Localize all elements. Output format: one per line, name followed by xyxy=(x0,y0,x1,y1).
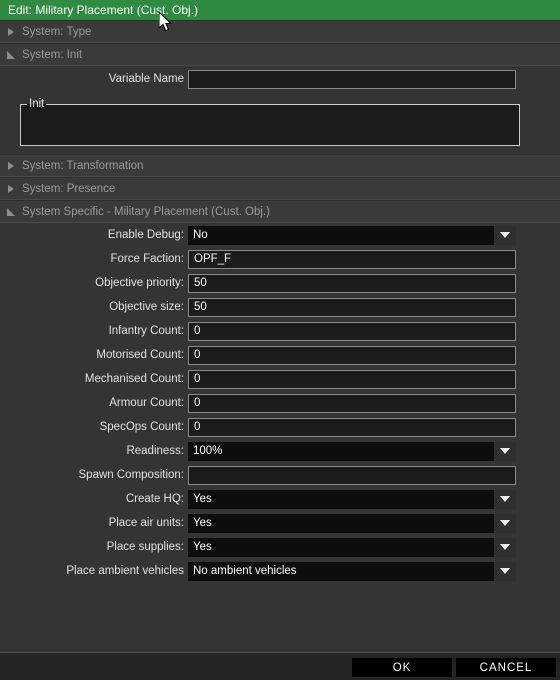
field-label: Infantry Count: xyxy=(108,325,184,337)
cancel-button[interactable]: CANCEL xyxy=(456,658,556,677)
system-init-panel: Variable Name Init xyxy=(0,66,560,154)
variable-name-value[interactable] xyxy=(188,69,516,89)
dropdown-select[interactable]: Yes xyxy=(188,513,516,533)
chevron-down-icon xyxy=(0,207,22,216)
text-input[interactable]: 50 xyxy=(188,297,516,317)
form-row: Infantry Count: 0 xyxy=(0,319,560,343)
chevron-down-icon[interactable] xyxy=(494,489,516,509)
system-specific-panel: Enable Debug: No Force Faction: OPF_F Object… xyxy=(0,223,560,583)
init-code-textarea[interactable] xyxy=(21,110,519,145)
dropdown-value: Yes xyxy=(193,493,212,505)
form-row: Objective size: 50 xyxy=(0,295,560,319)
form-row: Enable Debug: No xyxy=(0,223,560,247)
ok-button[interactable]: OK xyxy=(352,658,452,677)
text-input-value[interactable]: 50 xyxy=(188,273,516,293)
form-row: SpecOps Count: 0 xyxy=(0,415,560,439)
section-label: System: Type xyxy=(22,25,92,38)
form-row: Place air units: Yes xyxy=(0,511,560,535)
text-input-value[interactable]: 0 xyxy=(188,321,516,341)
attributes-scroll-area[interactable]: System: Type System: Init Variable Name … xyxy=(0,20,560,652)
text-input[interactable]: 0 xyxy=(188,369,516,389)
dropdown-select[interactable]: 100% xyxy=(188,441,516,461)
form-row: Mechanised Count: 0 xyxy=(0,367,560,391)
chevron-right-icon xyxy=(0,161,22,170)
variable-name-input[interactable] xyxy=(188,69,516,89)
form-row: Force Faction: OPF_F xyxy=(0,247,560,271)
text-input[interactable]: 0 xyxy=(188,417,516,437)
field-label: Create HQ: xyxy=(125,493,184,505)
text-input[interactable]: 0 xyxy=(188,393,516,413)
chevron-right-icon xyxy=(0,184,22,193)
chevron-down-icon[interactable] xyxy=(494,537,516,557)
field-label: Enable Debug: xyxy=(107,229,184,241)
field-label: Place air units: xyxy=(108,517,184,529)
chevron-down-icon[interactable] xyxy=(494,513,516,533)
field-label: Readiness: xyxy=(126,445,184,457)
text-input[interactable]: 0 xyxy=(188,345,516,365)
dropdown-value: 100% xyxy=(193,445,223,457)
sidebar-item-system-specific[interactable]: System Specific - Military Placement (Cu… xyxy=(0,200,560,223)
chevron-down-icon[interactable] xyxy=(494,225,516,245)
text-input-value[interactable]: OPF_F xyxy=(188,249,516,269)
dropdown-select[interactable]: Yes xyxy=(188,537,516,557)
dialog-footer: OK CANCEL xyxy=(0,652,560,680)
dropdown-value: No ambient vehicles xyxy=(193,565,297,577)
form-row: Motorised Count: 0 xyxy=(0,343,560,367)
window-title-bar: Edit: Military Placement (Cust. Obj.) xyxy=(0,0,560,20)
text-input-value[interactable]: 0 xyxy=(188,417,516,437)
field-label: Spawn Composition: xyxy=(78,469,184,481)
text-input-value[interactable]: 0 xyxy=(188,369,516,389)
dropdown-value: No xyxy=(193,229,208,241)
sidebar-item-system-presence[interactable]: System: Presence xyxy=(0,177,560,200)
section-label: System: Init xyxy=(22,48,83,61)
field-label: Objective priority: xyxy=(95,277,184,289)
dropdown-select[interactable]: No ambient vehicles xyxy=(188,561,516,581)
text-input-value[interactable]: 50 xyxy=(188,297,516,317)
variable-name-row: Variable Name xyxy=(0,66,560,92)
form-row: Readiness: 100% xyxy=(0,439,560,463)
field-label: Place supplies: xyxy=(106,541,184,553)
section-label: System Specific - Military Placement (Cu… xyxy=(22,205,270,218)
text-input-value[interactable]: 0 xyxy=(188,393,516,413)
text-input-value[interactable] xyxy=(188,465,516,485)
form-row: Spawn Composition: xyxy=(0,463,560,487)
form-row: Place ambient vehicles No ambient vehicle… xyxy=(0,559,560,583)
form-row: Armour Count: 0 xyxy=(0,391,560,415)
text-input[interactable] xyxy=(188,465,516,485)
text-input-value[interactable]: 0 xyxy=(188,345,516,365)
form-row: Place supplies: Yes xyxy=(0,535,560,559)
page-title: Edit: Military Placement (Cust. Obj.) xyxy=(8,3,199,17)
dropdown-value: Yes xyxy=(193,517,212,529)
init-group-wrapper: Init xyxy=(0,92,560,154)
chevron-down-icon[interactable] xyxy=(494,561,516,581)
section-label: System: Transformation xyxy=(22,159,144,172)
form-row: Create HQ: Yes xyxy=(0,487,560,511)
form-row: Objective priority: 50 xyxy=(0,271,560,295)
field-label: Motorised Count: xyxy=(96,349,184,361)
init-group-box: Init xyxy=(20,98,520,146)
sidebar-item-system-init[interactable]: System: Init xyxy=(0,43,560,66)
text-input[interactable]: 0 xyxy=(188,321,516,341)
variable-name-label: Variable Name xyxy=(108,73,184,85)
section-label: System: Presence xyxy=(22,182,116,195)
dropdown-value: Yes xyxy=(193,541,212,553)
field-label: Objective size: xyxy=(109,301,184,313)
chevron-right-icon xyxy=(0,27,22,36)
text-input[interactable]: 50 xyxy=(188,273,516,293)
text-input[interactable]: OPF_F xyxy=(188,249,516,269)
dropdown-select[interactable]: Yes xyxy=(188,489,516,509)
field-label: Place ambient vehicles xyxy=(66,565,184,577)
sidebar-item-system-type[interactable]: System: Type xyxy=(0,20,560,43)
chevron-down-icon xyxy=(0,50,22,59)
field-label: Mechanised Count: xyxy=(84,373,184,385)
field-label: Armour Count: xyxy=(109,397,184,409)
field-label: SpecOps Count: xyxy=(99,421,184,433)
init-group-legend: Init xyxy=(29,98,45,110)
chevron-down-icon[interactable] xyxy=(494,441,516,461)
field-label: Force Faction: xyxy=(110,253,185,265)
dropdown-select[interactable]: No xyxy=(188,225,516,245)
sidebar-item-system-transformation[interactable]: System: Transformation xyxy=(0,154,560,177)
